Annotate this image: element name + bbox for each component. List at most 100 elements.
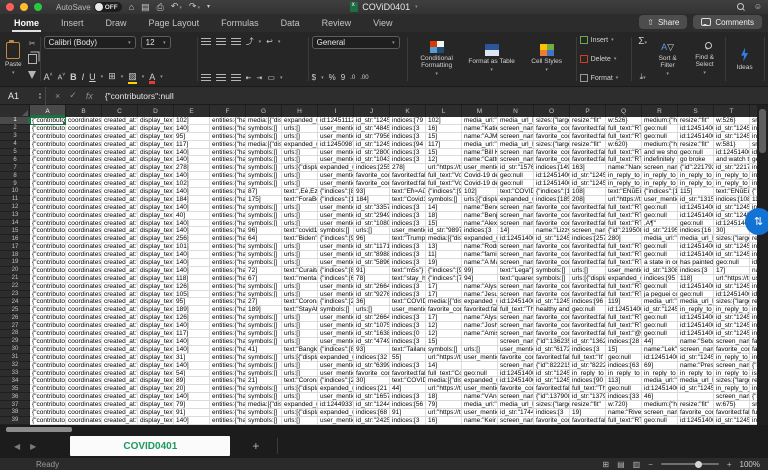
- cell[interactable]: w:526}: [714, 117, 750, 125]
- cell[interactable]: screen_nam: [714, 337, 750, 346]
- cell[interactable]: favorited:fal: [570, 243, 606, 252]
- cell[interactable]: sizes:{"large: [714, 298, 750, 307]
- cell[interactable]: coordinates:: [66, 156, 102, 165]
- cut-icon[interactable]: ✂: [29, 39, 36, 48]
- cell[interactable]: display_text_: [138, 243, 174, 252]
- cell[interactable]: user_mentio: [390, 227, 426, 236]
- cell[interactable]: {"id":822215: [534, 361, 570, 370]
- cell[interactable]: created_at:": [102, 377, 138, 386]
- cell[interactable]: id:12451400: [498, 235, 534, 244]
- cell[interactable]: text:"ĒÑũĒũ: [606, 188, 642, 196]
- cell[interactable]: 278]: [174, 164, 210, 173]
- cell[interactable]: name:"VĀng: [462, 393, 498, 402]
- cell[interactable]: {"indices":[1: [642, 188, 678, 196]
- cell[interactable]: {"contributor: [30, 361, 66, 370]
- cell[interactable]: media_url_h: [678, 298, 714, 307]
- cell[interactable]: created_at:": [102, 140, 138, 149]
- cell[interactable]: id_str:"1171: [354, 243, 390, 252]
- cell[interactable]: display_text_: [138, 132, 174, 141]
- select-all-corner[interactable]: [0, 105, 30, 117]
- cell[interactable]: indices:[94: [390, 140, 426, 149]
- cell[interactable]: entities:{"ha: [210, 188, 246, 196]
- cell[interactable]: sizes:{"large: [534, 401, 570, 409]
- cell[interactable]: user_mentio: [318, 180, 354, 189]
- cell[interactable]: favorite_cou: [534, 156, 570, 165]
- cell[interactable]: media_url:"h: [462, 117, 498, 125]
- row-header-30[interactable]: 30: [0, 345, 30, 354]
- cell[interactable]: favorited:fal: [570, 156, 606, 165]
- cell[interactable]: 14]: [426, 361, 462, 370]
- column-header-J[interactable]: J: [354, 105, 390, 117]
- cell[interactable]: created_at:": [102, 203, 138, 212]
- cell[interactable]: healthy and: [534, 306, 570, 315]
- cell[interactable]: geo:null: [606, 353, 642, 362]
- cell[interactable]: 18]: [426, 393, 462, 402]
- cell[interactable]: 140]: [174, 124, 210, 133]
- italic-button[interactable]: I: [82, 72, 85, 82]
- cell[interactable]: text:"COVID: [390, 377, 426, 386]
- increase-indent-icon[interactable]: ⇥: [257, 74, 263, 82]
- cell[interactable]: coordinates:: [66, 188, 102, 196]
- currency-format-icon[interactable]: $: [312, 73, 316, 82]
- cell[interactable]: user_mentio: [318, 259, 354, 267]
- column-header-S[interactable]: S: [678, 105, 714, 117]
- cell[interactable]: symbols:[]: [246, 203, 282, 212]
- cell[interactable]: screen_nam: [498, 314, 534, 323]
- cell[interactable]: indices:[79: [390, 117, 426, 125]
- cell[interactable]: 140]: [174, 259, 210, 267]
- cell[interactable]: text:"Corona: [282, 298, 318, 307]
- maximize-window-button[interactable]: [34, 3, 42, 11]
- cell[interactable]: entities:{"ha: [210, 195, 246, 204]
- cell[interactable]: id:12451400: [678, 416, 714, 425]
- cell[interactable]: id_str:"1245: [714, 314, 750, 323]
- cell[interactable]: entities:{"ha: [210, 243, 246, 252]
- home-icon[interactable]: ⌂: [129, 2, 134, 12]
- cell[interactable]: created_at:": [102, 132, 138, 141]
- cell[interactable]: 91]: [354, 266, 390, 275]
- cell[interactable]: {"contributor: [30, 140, 66, 149]
- find-select-button[interactable]: Find & Select ▾: [688, 41, 722, 77]
- cell[interactable]: indices:[3: [390, 290, 426, 299]
- cell[interactable]: entities:{"ha: [210, 227, 246, 236]
- cell[interactable]: w:581}: [714, 140, 750, 149]
- cell[interactable]: 20]: [174, 385, 210, 394]
- cell[interactable]: urls:[]: [282, 251, 318, 260]
- cell[interactable]: geo:null: [570, 306, 606, 315]
- cell[interactable]: 102]: [174, 117, 210, 125]
- cell[interactable]: screen_nam: [714, 361, 750, 370]
- cell[interactable]: favorite_cou: [498, 353, 534, 362]
- cell[interactable]: user_mentio: [462, 164, 498, 173]
- sync-badge-icon[interactable]: ⇅: [745, 208, 768, 235]
- row-header-11[interactable]: 11: [0, 195, 30, 204]
- row-header-7[interactable]: 7: [0, 164, 30, 173]
- cell[interactable]: created_at:": [102, 282, 138, 291]
- cell[interactable]: 64]: [246, 235, 282, 244]
- cell[interactable]: text:"Ēħ≈Āũ: [390, 188, 426, 196]
- cell[interactable]: indices:[3: [390, 322, 426, 331]
- cell[interactable]: name:"Lek": [642, 345, 678, 354]
- cell[interactable]: user_mentio: [318, 330, 354, 338]
- cell[interactable]: symbols:[]: [246, 251, 282, 260]
- cell[interactable]: id_str:"2425: [354, 416, 390, 425]
- cell[interactable]: indices:[3: [678, 266, 714, 275]
- cell[interactable]: user_mentio: [390, 306, 426, 315]
- cell[interactable]: urls:[]: [282, 156, 318, 165]
- cell[interactable]: id_str:"1379: [570, 393, 606, 402]
- cell[interactable]: 119]: [606, 298, 642, 307]
- cell[interactable]: display_text_: [138, 393, 174, 402]
- cell[interactable]: full_text:"RT: [606, 219, 642, 228]
- cell[interactable]: 12]: [426, 156, 462, 165]
- cell[interactable]: Covid-19 de: [462, 180, 498, 189]
- increase-decimal-icon[interactable]: .0: [350, 75, 355, 81]
- cell[interactable]: name:"Amis: [462, 330, 498, 338]
- cell[interactable]: favorited:fal: [390, 180, 426, 189]
- font-name-select[interactable]: Calibri (Body) ▾: [43, 36, 136, 49]
- cell[interactable]: created_at:": [102, 393, 138, 402]
- cell[interactable]: id_str:"1245: [534, 235, 570, 244]
- sort-filter-button[interactable]: A▽ Sort & Filter ▾: [651, 41, 685, 78]
- cell[interactable]: 102]: [174, 180, 210, 189]
- cell[interactable]: {"indices":[2: [318, 298, 354, 307]
- row-header-25[interactable]: 25: [0, 306, 30, 315]
- cell[interactable]: created_at:": [102, 251, 138, 260]
- cell[interactable]: urls:[]: [354, 227, 390, 236]
